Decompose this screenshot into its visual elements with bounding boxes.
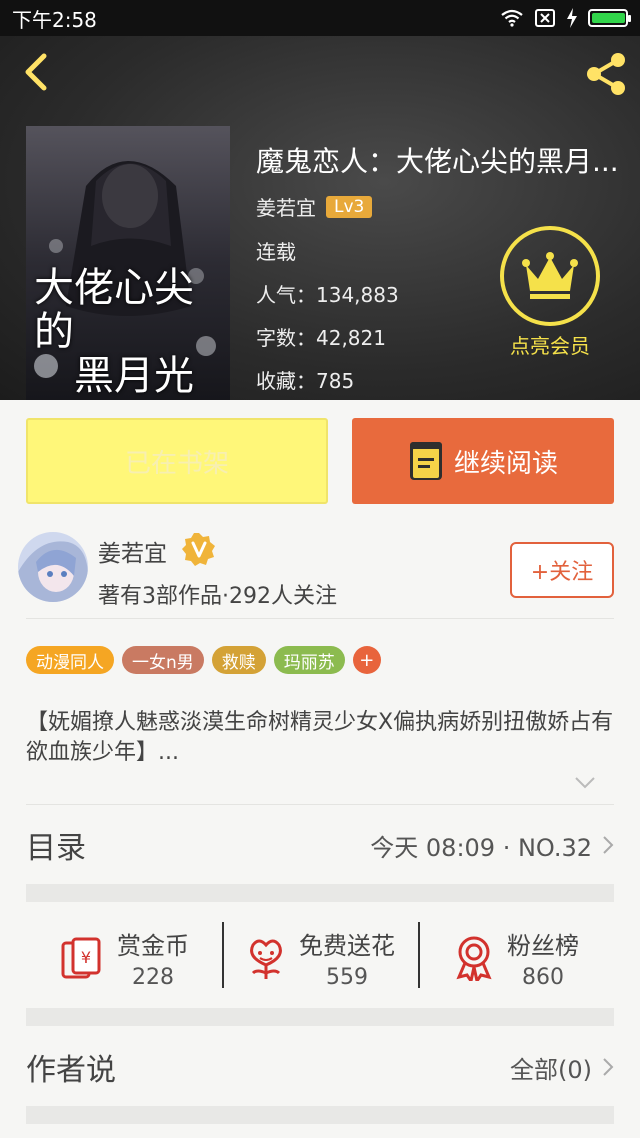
continue-reading-button[interactable]: 继续阅读 — [352, 418, 614, 504]
continue-reading-label: 继续阅读 — [453, 448, 558, 479]
author-says-count-wrap: 全部(0) — [510, 1050, 614, 1085]
crown-icon — [522, 252, 578, 299]
more-tags-button[interactable]: + — [352, 646, 381, 674]
fan-ranking[interactable]: 粉丝榜 860 — [418, 912, 614, 1004]
book-header: 大佬心尖的 黑月光 魔鬼恋人：大佬心尖的黑月... 姜若宜 Lv3 连载 人气：… — [0, 36, 640, 400]
battery-icon — [588, 9, 631, 27]
divider — [26, 804, 614, 805]
section-separator — [26, 884, 614, 902]
free-flowers[interactable]: 免费送花 559 — [222, 912, 418, 1004]
in-shelf-button[interactable]: 已在书架 — [26, 418, 328, 504]
reward-coins[interactable]: ¥ 赏金币 228 — [26, 912, 222, 1004]
book-cover[interactable]: 大佬心尖的 黑月光 — [26, 126, 230, 400]
charging-icon — [567, 8, 577, 28]
stats-bar: ¥ 赏金币 228 免费送花 559 粉丝榜 860 — [26, 912, 614, 1004]
author-name[interactable]: 姜若宜 — [98, 534, 167, 568]
latest-chapter: 今天 08:09 · NO.32 — [370, 833, 592, 862]
no-sim-icon — [535, 9, 555, 27]
cover-title-line2: 黑月光 — [74, 353, 194, 399]
chevron-right-icon — [603, 1058, 614, 1076]
chevron-left-icon — [25, 53, 47, 91]
level-badge: Lv3 — [326, 195, 373, 218]
book-title: 魔鬼恋人：大佬心尖的黑月... — [256, 145, 619, 178]
follow-button[interactable]: +关注 — [510, 542, 614, 598]
stat-value: 559 — [326, 965, 368, 990]
stat-label: 赏金币 — [117, 932, 189, 960]
status-time: 下午2:58 — [12, 7, 97, 32]
status-icons — [500, 8, 631, 28]
book-popularity: 人气：134,883 — [256, 283, 399, 307]
catalog-row[interactable]: 目录 今天 08:09 · NO.32 — [26, 810, 614, 880]
cover-title-line1: 大佬心尖的 — [34, 265, 194, 355]
book-author[interactable]: 姜若宜 — [256, 192, 316, 221]
cover-title: 大佬心尖的 黑月光 — [34, 266, 224, 398]
author-says-row[interactable]: 作者说 全部(0) — [26, 1032, 614, 1102]
tag[interactable]: 救赎 — [211, 646, 266, 674]
stat-value: 228 — [132, 965, 174, 990]
stat-label: 免费送花 — [299, 932, 395, 960]
vip-badge — [500, 226, 600, 326]
avatar[interactable] — [18, 532, 88, 602]
red-envelope-icon: ¥ — [61, 937, 101, 979]
section-separator — [26, 1008, 614, 1026]
catalog-latest: 今天 08:09 · NO.32 — [370, 828, 614, 863]
stat-label: 粉丝榜 — [507, 932, 579, 960]
book-icon — [409, 442, 442, 480]
book-favorites: 收藏：785 — [256, 369, 355, 393]
status-bar: 下午2:58 — [0, 0, 640, 36]
author-card[interactable]: 姜若宜 著有3部作品·292人关注 +关注 — [0, 518, 640, 618]
share-button[interactable] — [582, 50, 630, 98]
book-status: 连载 — [256, 240, 296, 264]
stat-value: 860 — [522, 965, 564, 990]
book-word-count: 字数：42,821 — [256, 326, 386, 350]
tag[interactable]: 玛丽苏 — [273, 646, 345, 674]
svg-text:¥: ¥ — [81, 948, 91, 967]
flower-icon — [250, 939, 282, 979]
author-says-count: 全部(0) — [510, 1055, 592, 1084]
divider — [26, 618, 614, 619]
verified-icon — [182, 533, 215, 566]
author-says-title: 作者说 — [26, 1053, 116, 1088]
catalog-title: 目录 — [26, 831, 86, 866]
vip-button[interactable]: 点亮会员 — [500, 226, 600, 359]
tag-list: 动漫同人 一女n男 救赎 玛丽苏 + — [26, 646, 381, 674]
synopsis: 【妩媚撩人魅惑淡漠生命树精灵少女X偏执病娇别扭傲娇占有欲血族少年】... — [26, 710, 614, 765]
vip-label: 点亮会员 — [510, 334, 590, 358]
tag[interactable]: 动漫同人 — [26, 646, 114, 674]
tag[interactable]: 一女n男 — [122, 646, 204, 674]
section-separator — [26, 1106, 614, 1124]
medal-icon — [456, 936, 492, 981]
author-stats: 著有3部作品·292人关注 — [98, 584, 337, 609]
chevron-right-icon — [603, 836, 614, 854]
back-button[interactable] — [18, 52, 58, 92]
wifi-icon — [501, 9, 523, 27]
book-author-line: 姜若宜 Lv3 — [256, 192, 373, 221]
chevron-down-icon[interactable] — [574, 776, 596, 790]
share-icon — [587, 53, 625, 95]
